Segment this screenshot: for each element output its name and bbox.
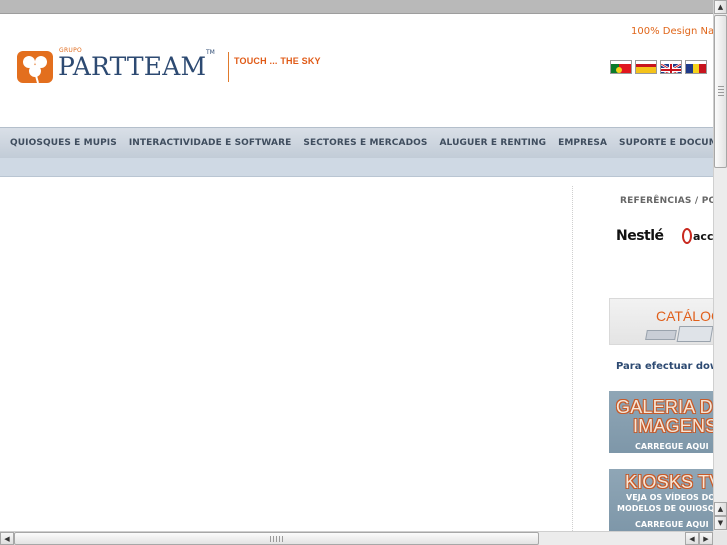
horizontal-scroll-thumb[interactable]: [14, 532, 539, 545]
browser-viewport: GRUPO PARTTEAM TM TOUCH ... THE SKY 100%…: [0, 0, 727, 545]
top-strip: [0, 0, 713, 14]
catalog-title: CATÁLOG: [656, 308, 713, 324]
gallery-cta: CARREGUE AQUI: [635, 442, 709, 451]
acciona-logo-text: accion: [693, 230, 713, 243]
main-navigation: QUIOSQUES E MUPIS INTERACTIVIDADE E SOFT…: [0, 127, 713, 158]
vertical-scrollbar[interactable]: ▲ ▲ ▼: [713, 0, 727, 531]
portugal-flag-icon[interactable]: [610, 60, 632, 74]
shamrock-logo-icon: [17, 51, 53, 84]
nav-item-quiosques[interactable]: QUIOSQUES E MUPIS: [0, 138, 123, 148]
partteam-logo[interactable]: GRUPO PARTTEAM TM: [16, 46, 216, 86]
vertical-scroll-thumb[interactable]: [714, 15, 727, 168]
catalog-brochure-icon: [676, 326, 713, 342]
kiosks-line3: MODELOS DE QUIOSQU: [617, 504, 713, 513]
acciona-mark-icon: [682, 228, 692, 244]
scroll-grip-icon: [718, 86, 724, 96]
romania-flag-icon[interactable]: [685, 60, 707, 74]
spain-flag-icon[interactable]: [635, 60, 657, 74]
catalog-download-link[interactable]: Para efectuar down: [616, 361, 713, 372]
design-tagline: 100% Design Nac: [631, 26, 720, 37]
slogan-divider: [228, 52, 229, 82]
scroll-left-icon[interactable]: ◀: [685, 532, 699, 545]
kiosks-tv-banner[interactable]: KIOSKS TV VEJA OS VÍDEOS DOS MODELOS DE …: [609, 469, 713, 531]
scroll-up-icon[interactable]: ▲: [714, 0, 727, 14]
nav-item-suporte[interactable]: SUPORTE E DOCUMENTOS: [613, 138, 713, 148]
kiosks-line1: KIOSKS TV: [625, 472, 713, 492]
language-selector: [610, 60, 707, 74]
gallery-line1: GALERIA D: [616, 397, 713, 417]
sub-navigation-bar: [0, 158, 713, 177]
nav-item-empresa[interactable]: EMPRESA: [552, 138, 613, 148]
nav-item-sectores[interactable]: SECTORES E MERCADOS: [297, 138, 433, 148]
kiosks-cta: CARREGUE AQUI: [635, 520, 709, 529]
references-title: REFERÊNCIAS / PORT: [620, 196, 713, 206]
nav-item-interactividade[interactable]: INTERACTIVIDADE E SOFTWARE: [123, 138, 298, 148]
scroll-left-icon[interactable]: ◀: [0, 532, 14, 545]
horizontal-scrollbar[interactable]: ◀ ◀ ▶: [0, 531, 713, 545]
scroll-right-icon[interactable]: ▶: [699, 532, 713, 545]
slogan-text: TOUCH ... THE SKY: [234, 56, 321, 66]
catalog-brochure-icon: [645, 330, 677, 340]
scrollbar-corner: [713, 531, 727, 545]
kiosks-line2: VEJA OS VÍDEOS DOS: [626, 493, 713, 502]
logo-trademark: TM: [206, 49, 215, 56]
logo-name-text: PARTTEAM: [58, 52, 207, 81]
nav-item-aluguer[interactable]: ALUGUER E RENTING: [433, 138, 552, 148]
acciona-logo[interactable]: accion: [680, 226, 713, 248]
catalog-banner[interactable]: CATÁLOG: [609, 298, 713, 345]
scroll-up-icon[interactable]: ▲: [714, 502, 727, 516]
scroll-down-icon[interactable]: ▼: [714, 516, 727, 530]
gallery-banner[interactable]: GALERIA D IMAGENS CARREGUE AQUI: [609, 391, 713, 453]
nestle-logo[interactable]: Nestlé: [616, 228, 664, 244]
gallery-line2: IMAGENS: [633, 416, 713, 436]
scroll-grip-icon: [270, 536, 284, 542]
uk-flag-icon[interactable]: [660, 60, 682, 74]
right-sidebar: REFERÊNCIAS / PORT Nestlé accion CATÁLOG…: [572, 186, 713, 531]
